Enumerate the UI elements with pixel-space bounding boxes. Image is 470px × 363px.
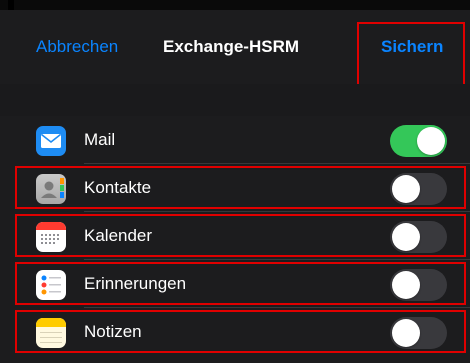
list-item-contacts: Kontakte xyxy=(0,164,470,212)
contacts-icon xyxy=(36,174,66,204)
status-bar-strip xyxy=(0,0,470,10)
mail-toggle[interactable] xyxy=(390,125,447,157)
status-bar-edge xyxy=(8,0,14,10)
list-item-mail: Mail xyxy=(0,116,470,164)
list-item-label: Kontakte xyxy=(84,178,152,197)
reminders-icon xyxy=(36,270,66,300)
reminders-toggle[interactable] xyxy=(390,269,447,301)
list-item-label: Erinnerungen xyxy=(84,274,187,293)
list-item-reminders: Erinnerungen xyxy=(0,260,470,308)
navigation-bar: Abbrechen Exchange-HSRM Sichern xyxy=(0,10,470,86)
mail-icon xyxy=(36,126,66,156)
save-button-highlight xyxy=(357,22,465,86)
calendar-toggle[interactable] xyxy=(390,221,447,253)
notes-toggle[interactable] xyxy=(390,317,447,349)
account-services-list: Mail Kontakte Kalender Erinnerungen Noti… xyxy=(0,116,470,363)
list-item-label: Kalender xyxy=(84,226,153,245)
list-item-label: Mail xyxy=(84,130,116,149)
toggle-knob xyxy=(417,127,445,155)
section-spacer xyxy=(0,84,470,116)
list-item-label: Notizen xyxy=(84,322,142,341)
contacts-toggle[interactable] xyxy=(390,173,447,205)
calendar-icon xyxy=(36,222,66,252)
toggle-knob xyxy=(392,319,420,347)
toggle-knob xyxy=(392,223,420,251)
toggle-knob xyxy=(392,175,420,203)
notes-icon xyxy=(36,318,66,348)
toggle-knob xyxy=(392,271,420,299)
list-item-notes: Notizen xyxy=(0,308,470,356)
list-item-calendar: Kalender xyxy=(0,212,470,260)
